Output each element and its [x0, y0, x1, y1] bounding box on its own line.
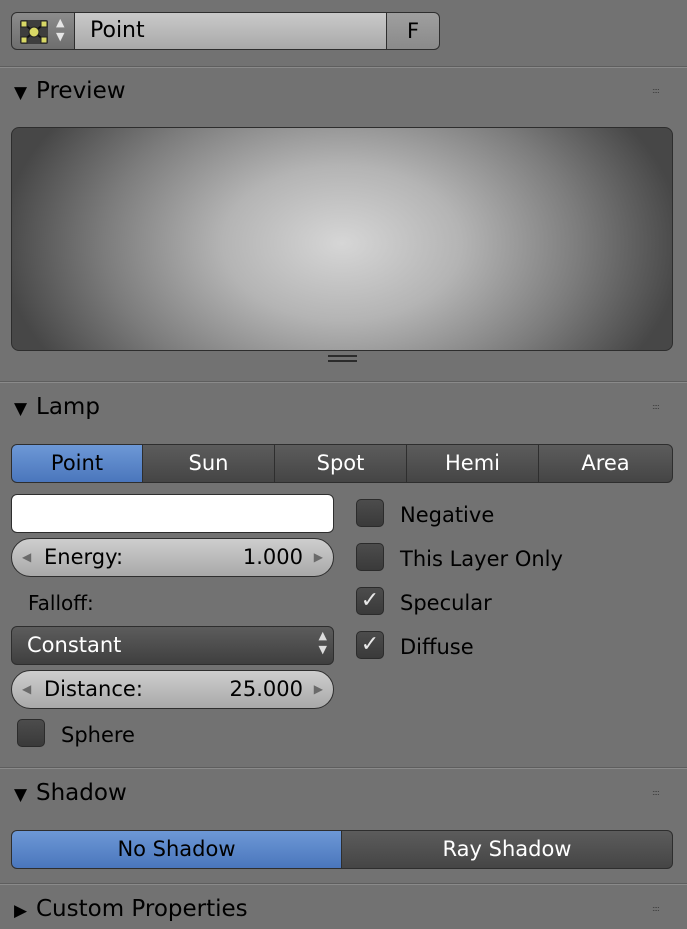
decrement-arrow-icon[interactable]: ◀	[22, 539, 31, 576]
lamp-type-point-button[interactable]: Point	[11, 444, 143, 483]
panel-separator	[0, 66, 687, 68]
drag-grip-icon[interactable]: ::::	[652, 87, 668, 95]
lamp-point-icon	[20, 20, 48, 44]
lamp-type-sun-button[interactable]: Sun	[142, 444, 275, 483]
drag-grip-icon[interactable]: ::::	[652, 905, 668, 913]
lamp-color-field[interactable]	[11, 494, 334, 533]
expand-triangle-icon: ▼	[14, 399, 28, 419]
sphere-checkbox[interactable]	[17, 719, 45, 747]
panel-separator	[0, 767, 687, 769]
distance-value: 25.000	[229, 677, 303, 701]
lamp-type-area-button[interactable]: Area	[538, 444, 673, 483]
negative-label: Negative	[400, 503, 495, 527]
expand-triangle-icon: ▼	[14, 785, 28, 805]
specular-checkbox[interactable]: ✓	[356, 587, 384, 615]
lamp-panel-header[interactable]: ▼ Lamp	[14, 391, 100, 423]
this-layer-only-checkbox[interactable]	[356, 543, 384, 571]
specular-label: Specular	[400, 591, 492, 615]
energy-label: Energy:	[44, 545, 124, 569]
lamp-type-selector[interactable]: ▲ ▼	[11, 12, 75, 50]
preview-panel-header[interactable]: ▼ Preview	[14, 75, 126, 107]
checkmark-icon: ✓	[360, 632, 380, 657]
diffuse-checkbox[interactable]: ✓	[356, 631, 384, 659]
drag-grip-icon[interactable]: ::::	[652, 789, 668, 797]
this-layer-only-label: This Layer Only	[400, 547, 563, 571]
custom-properties-panel-header[interactable]: ▶ Custom Properties	[14, 893, 248, 925]
drag-grip-icon[interactable]: ::::	[652, 403, 668, 411]
preview-resize-handle[interactable]	[328, 355, 357, 365]
ray-shadow-button[interactable]: Ray Shadow	[341, 830, 673, 869]
up-down-arrows-icon: ▲ ▼	[56, 16, 65, 43]
falloff-value: Constant	[27, 633, 122, 657]
datablock-name-field[interactable]: Point	[74, 12, 387, 50]
falloff-label: Falloff:	[28, 591, 94, 615]
energy-field[interactable]: ◀ Energy: 1.000 ▶	[11, 538, 334, 577]
panel-separator	[0, 381, 687, 383]
lamp-panel-title: Lamp	[36, 394, 100, 420]
lamp-type-spot-button[interactable]: Spot	[274, 444, 407, 483]
increment-arrow-icon[interactable]: ▶	[314, 539, 323, 576]
shadow-panel-title: Shadow	[36, 780, 127, 806]
up-down-arrows-icon: ▲ ▼	[318, 629, 327, 656]
decrement-arrow-icon[interactable]: ◀	[22, 671, 31, 708]
distance-field[interactable]: ◀ Distance: 25.000 ▶	[11, 670, 334, 709]
no-shadow-button[interactable]: No Shadow	[11, 830, 342, 869]
checkmark-icon: ✓	[360, 588, 380, 613]
preview-panel-title: Preview	[36, 78, 126, 104]
distance-label: Distance:	[44, 677, 143, 701]
shadow-panel-header[interactable]: ▼ Shadow	[14, 777, 127, 809]
negative-checkbox[interactable]	[356, 499, 384, 527]
expand-triangle-icon: ▼	[14, 83, 28, 103]
fake-user-button[interactable]: F	[386, 12, 440, 50]
sphere-label: Sphere	[61, 723, 135, 747]
diffuse-label: Diffuse	[400, 635, 474, 659]
collapse-triangle-icon: ▶	[14, 901, 28, 921]
custom-properties-panel-title: Custom Properties	[36, 896, 248, 922]
lamp-type-hemi-button[interactable]: Hemi	[406, 444, 539, 483]
increment-arrow-icon[interactable]: ▶	[314, 671, 323, 708]
energy-value: 1.000	[242, 545, 303, 569]
preview-render	[11, 127, 673, 351]
falloff-dropdown[interactable]: Constant ▲ ▼	[11, 626, 334, 665]
panel-separator	[0, 883, 687, 885]
